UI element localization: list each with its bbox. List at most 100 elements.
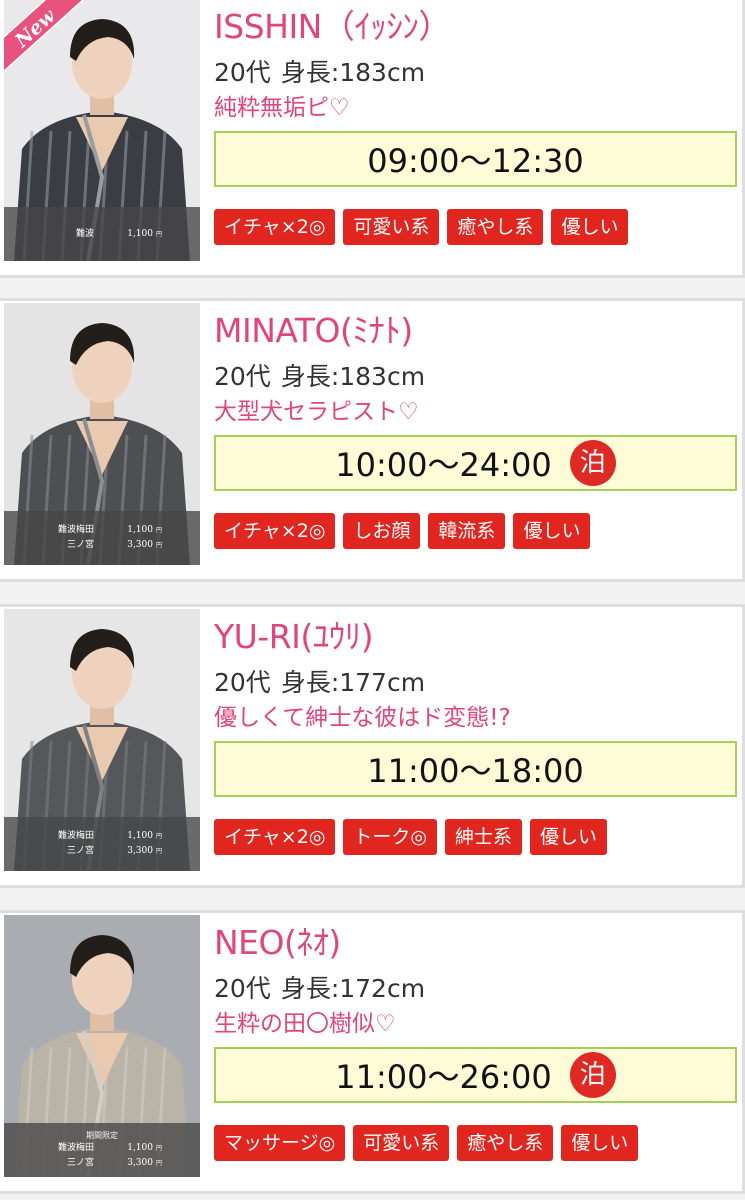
price-area: 三ノ宮 — [66, 1157, 94, 1168]
cast-info: MINATO(ﾐﾅﾄ) 20代 身長:183cm 大型犬セラピスト♡ 10:00〜24:… — [214, 301, 739, 549]
shift-hours: 11:00〜18:00 — [367, 752, 584, 790]
cast-name[interactable]: MINATO(ﾐﾅﾄ) — [214, 311, 739, 351]
cast-profile: 20代 身長:183cm — [214, 57, 739, 89]
price-unit: 円 — [155, 833, 162, 840]
price-unit: 円 — [155, 1159, 162, 1167]
shift-hours: 11:00〜26:00 — [335, 1058, 552, 1096]
price-unit: 円 — [155, 527, 162, 534]
shift-hours-box: 11:00〜18:00 — [214, 741, 737, 797]
price-line: 三ノ宮 3,300 円 — [42, 538, 162, 553]
cast-tag: 優しい — [530, 819, 608, 855]
cast-photo[interactable]: 難波梅田 1,100 円三ノ宮 3,300 円 — [4, 609, 200, 871]
cast-tag: 可愛い系 — [353, 1125, 450, 1161]
cast-tags: マッサージ◎ 可愛い系 癒やし系 優しい — [214, 1125, 739, 1161]
price-unit: 円 — [155, 542, 162, 549]
price-amount: 1,100 — [127, 525, 153, 535]
cast-tag: イチャ×2◎ — [214, 513, 336, 549]
price-fee: 3,300 円 — [127, 844, 162, 859]
cast-tags: イチャ×2◎ 可愛い系 癒やし系 優しい — [214, 209, 739, 245]
price-line: 三ノ宮 3,300 円 — [42, 844, 162, 859]
price-amount: 3,300 — [127, 846, 153, 856]
cast-tag: トーク◎ — [343, 819, 437, 855]
cast-tag: 韓流系 — [428, 513, 506, 549]
cast-tags: イチャ×2◎ トーク◎ 紳士系 優しい — [214, 819, 739, 855]
price-area: 三ノ宮 — [66, 540, 94, 550]
cast-catchphrase: 生粋の田〇樹似♡ — [214, 1011, 396, 1037]
cast-name[interactable]: NEO(ﾈｵ) — [214, 923, 739, 963]
cast-card[interactable]: 期間限定 難波梅田 1,100 円三ノ宮 3,300 円 NEO(ﾈｵ) 20代 身長:172c… — [0, 910, 745, 1194]
cast-tag: 紳士系 — [445, 819, 523, 855]
cast-schedule-list: New 難波 1,100 円 ISSHIN（ｲｯｼﾝ） 20代 身長:183cm 純粋無垢ピ♡… — [0, 0, 745, 1200]
overnight-badge: 泊 — [569, 1052, 616, 1098]
cast-name[interactable]: YU-RI(ﾕｳﾘ) — [214, 617, 739, 657]
price-area: 難波 — [75, 228, 94, 239]
cast-profile: 20代 身長:177cm — [214, 667, 739, 699]
cast-name[interactable]: ISSHIN（ｲｯｼﾝ） — [214, 7, 739, 47]
price-line: 難波 1,100 円 — [42, 227, 162, 242]
cast-height: 身長:183cm — [280, 362, 426, 391]
cast-age: 20代 — [214, 974, 271, 1003]
cast-card[interactable]: 難波梅田 1,100 円三ノ宮 3,300 円 MINATO(ﾐﾅﾄ) 20代 身長:183c… — [0, 298, 745, 582]
cast-tag: 癒やし系 — [447, 209, 544, 245]
price-fee: 1,100 円 — [127, 227, 162, 242]
cast-age: 20代 — [214, 362, 271, 391]
cast-info: NEO(ﾈｵ) 20代 身長:172cm 生粋の田〇樹似♡ 11:00〜26:00 泊マッ… — [214, 913, 739, 1161]
cast-tag: しお顔 — [343, 513, 421, 549]
price-area: 難波梅田 — [57, 831, 94, 841]
cast-tag: 優しい — [551, 209, 629, 245]
cast-info: YU-RI(ﾕｳﾘ) 20代 身長:177cm 優しくて紳士な彼はド変態!? 11:00… — [214, 607, 739, 855]
price-line: 三ノ宮 3,300 円 — [42, 1156, 162, 1171]
cast-height: 身長:183cm — [280, 58, 426, 87]
price-unit: 円 — [155, 848, 162, 855]
price-fee: 1,100 円 — [127, 523, 162, 538]
price-fee: 3,300 円 — [127, 1156, 162, 1171]
price-box: 難波梅田 1,100 円三ノ宮 3,300 円 — [4, 817, 200, 871]
cast-card[interactable]: 難波梅田 1,100 円三ノ宮 3,300 円 YU-RI(ﾕｳﾘ) 20代 身長:177cm… — [0, 604, 745, 888]
price-box: 難波 1,100 円 — [4, 207, 200, 261]
price-note: 期間限定 — [86, 1130, 118, 1140]
price-box: 期間限定 難波梅田 1,100 円三ノ宮 3,300 円 — [4, 1123, 200, 1177]
shift-hours: 09:00〜12:30 — [367, 142, 584, 180]
cast-card[interactable]: New 難波 1,100 円 ISSHIN（ｲｯｼﾝ） 20代 身長:183cm 純粋無垢ピ♡… — [0, 0, 745, 278]
price-fee: 3,300 円 — [127, 538, 162, 553]
price-fee: 1,100 円 — [127, 1141, 162, 1156]
price-line: 難波梅田 1,100 円 — [42, 829, 162, 844]
price-box: 難波梅田 1,100 円三ノ宮 3,300 円 — [4, 511, 200, 565]
cast-profile: 20代 身長:172cm — [214, 973, 739, 1005]
shift-hours-box: 10:00〜24:00 泊 — [214, 435, 737, 491]
cast-tag: イチャ×2◎ — [214, 209, 336, 245]
cast-tag: 癒やし系 — [457, 1125, 554, 1161]
cast-photo[interactable]: New 難波 1,100 円 — [4, 0, 200, 261]
cast-tag: 優しい — [513, 513, 591, 549]
cast-profile: 20代 身長:183cm — [214, 361, 739, 393]
cast-tag: イチャ×2◎ — [214, 819, 336, 855]
cast-catchphrase: 大型犬セラピスト♡ — [214, 399, 419, 425]
cast-photo[interactable]: 期間限定 難波梅田 1,100 円三ノ宮 3,300 円 — [4, 915, 200, 1177]
cast-height: 身長:172cm — [280, 974, 426, 1003]
cast-catchphrase: 純粋無垢ピ♡ — [214, 95, 350, 121]
overnight-badge: 泊 — [569, 440, 616, 486]
price-amount: 1,100 — [127, 1142, 153, 1153]
cast-tag: マッサージ◎ — [214, 1125, 346, 1161]
cast-photo[interactable]: 難波梅田 1,100 円三ノ宮 3,300 円 — [4, 303, 200, 565]
price-line: 難波梅田 1,100 円 — [42, 523, 162, 538]
cast-tag: 可愛い系 — [343, 209, 440, 245]
cast-info: ISSHIN（ｲｯｼﾝ） 20代 身長:183cm 純粋無垢ピ♡ 09:00〜12:30… — [214, 0, 739, 245]
cast-age: 20代 — [214, 58, 271, 87]
cast-catchphrase: 優しくて紳士な彼はド変態!? — [214, 705, 511, 731]
shift-hours-box: 09:00〜12:30 — [214, 131, 737, 187]
price-amount: 1,100 — [127, 831, 153, 841]
price-area: 難波梅田 — [57, 525, 94, 535]
price-amount: 3,300 — [127, 1157, 153, 1168]
price-unit: 円 — [155, 230, 162, 238]
shift-hours: 10:00〜24:00 — [335, 446, 552, 484]
price-area: 三ノ宮 — [66, 846, 94, 856]
cast-height: 身長:177cm — [280, 668, 426, 697]
price-amount: 1,100 — [127, 228, 153, 239]
shift-hours-box: 11:00〜26:00 泊 — [214, 1047, 737, 1103]
price-fee: 1,100 円 — [127, 829, 162, 844]
cast-tags: イチャ×2◎ しお顔 韓流系 優しい — [214, 513, 739, 549]
cast-tag: 優しい — [561, 1125, 639, 1161]
cast-age: 20代 — [214, 668, 271, 697]
price-unit: 円 — [155, 1144, 162, 1152]
